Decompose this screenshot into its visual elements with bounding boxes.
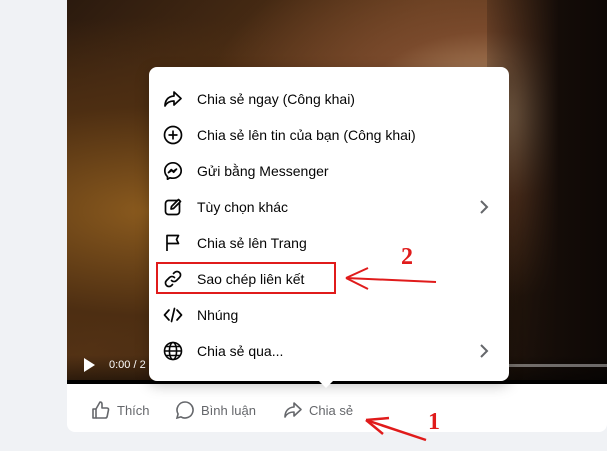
share-arrow-icon — [284, 402, 302, 418]
menu-item-label: Chia sẻ lên tin của bạn (Công khai) — [197, 127, 416, 143]
comment-icon — [175, 401, 194, 420]
menu-item-label: Chia sẻ qua... — [197, 343, 284, 359]
menu-item-more-options[interactable]: Tùy chọn khác — [149, 189, 509, 225]
play-icon[interactable] — [84, 358, 95, 372]
menu-item-label: Chia sẻ lên Trang — [197, 235, 307, 251]
step-2-label: 2 — [401, 244, 413, 270]
messenger-icon — [163, 161, 183, 181]
menu-pointer — [316, 378, 336, 388]
comment-button[interactable]: Bình luận — [175, 390, 256, 430]
video-progress-bar[interactable] — [508, 364, 607, 367]
menu-item-label: Tùy chọn khác — [197, 199, 289, 215]
menu-item-share-via[interactable]: Chia sẻ qua... — [149, 333, 509, 369]
share-button[interactable]: Chia sẻ — [283, 390, 353, 430]
menu-item-label: Chia sẻ ngay (Công khai) — [197, 91, 355, 107]
chevron-right-icon — [480, 200, 489, 214]
menu-item-share-now[interactable]: Chia sẻ ngay (Công khai) — [149, 81, 509, 117]
like-label: Thích — [117, 402, 150, 418]
step-1-label: 1 — [428, 409, 440, 435]
menu-item-share-story[interactable]: Chia sẻ lên tin của bạn (Công khai) — [149, 117, 509, 153]
edit-icon — [164, 198, 182, 216]
chevron-right-icon — [480, 344, 489, 358]
menu-item-messenger[interactable]: Gửi bằng Messenger — [149, 153, 509, 189]
share-menu: Chia sẻ ngay (Công khai) Chia sẻ lên tin… — [149, 67, 509, 381]
code-icon — [163, 307, 183, 323]
menu-item-label: Gửi bằng Messenger — [197, 163, 329, 179]
globe-icon — [163, 341, 183, 361]
menu-item-embed[interactable]: Nhúng — [149, 297, 509, 333]
share-label: Chia sẻ — [309, 402, 354, 418]
comment-label: Bình luận — [201, 402, 256, 418]
thumbs-up-icon — [92, 401, 110, 419]
video-time: 0:00 / 2 — [109, 359, 146, 371]
share-arrow-icon — [164, 91, 182, 107]
plus-circle-icon — [163, 125, 183, 145]
post-actions: Thích Bình luận Chia sẻ — [67, 390, 607, 430]
like-button[interactable]: Thích — [91, 390, 150, 430]
flag-icon — [166, 234, 180, 251]
menu-item-label: Nhúng — [197, 307, 239, 323]
copy-link-highlight — [156, 262, 336, 294]
menu-item-share-page[interactable]: Chia sẻ lên Trang — [149, 225, 509, 261]
